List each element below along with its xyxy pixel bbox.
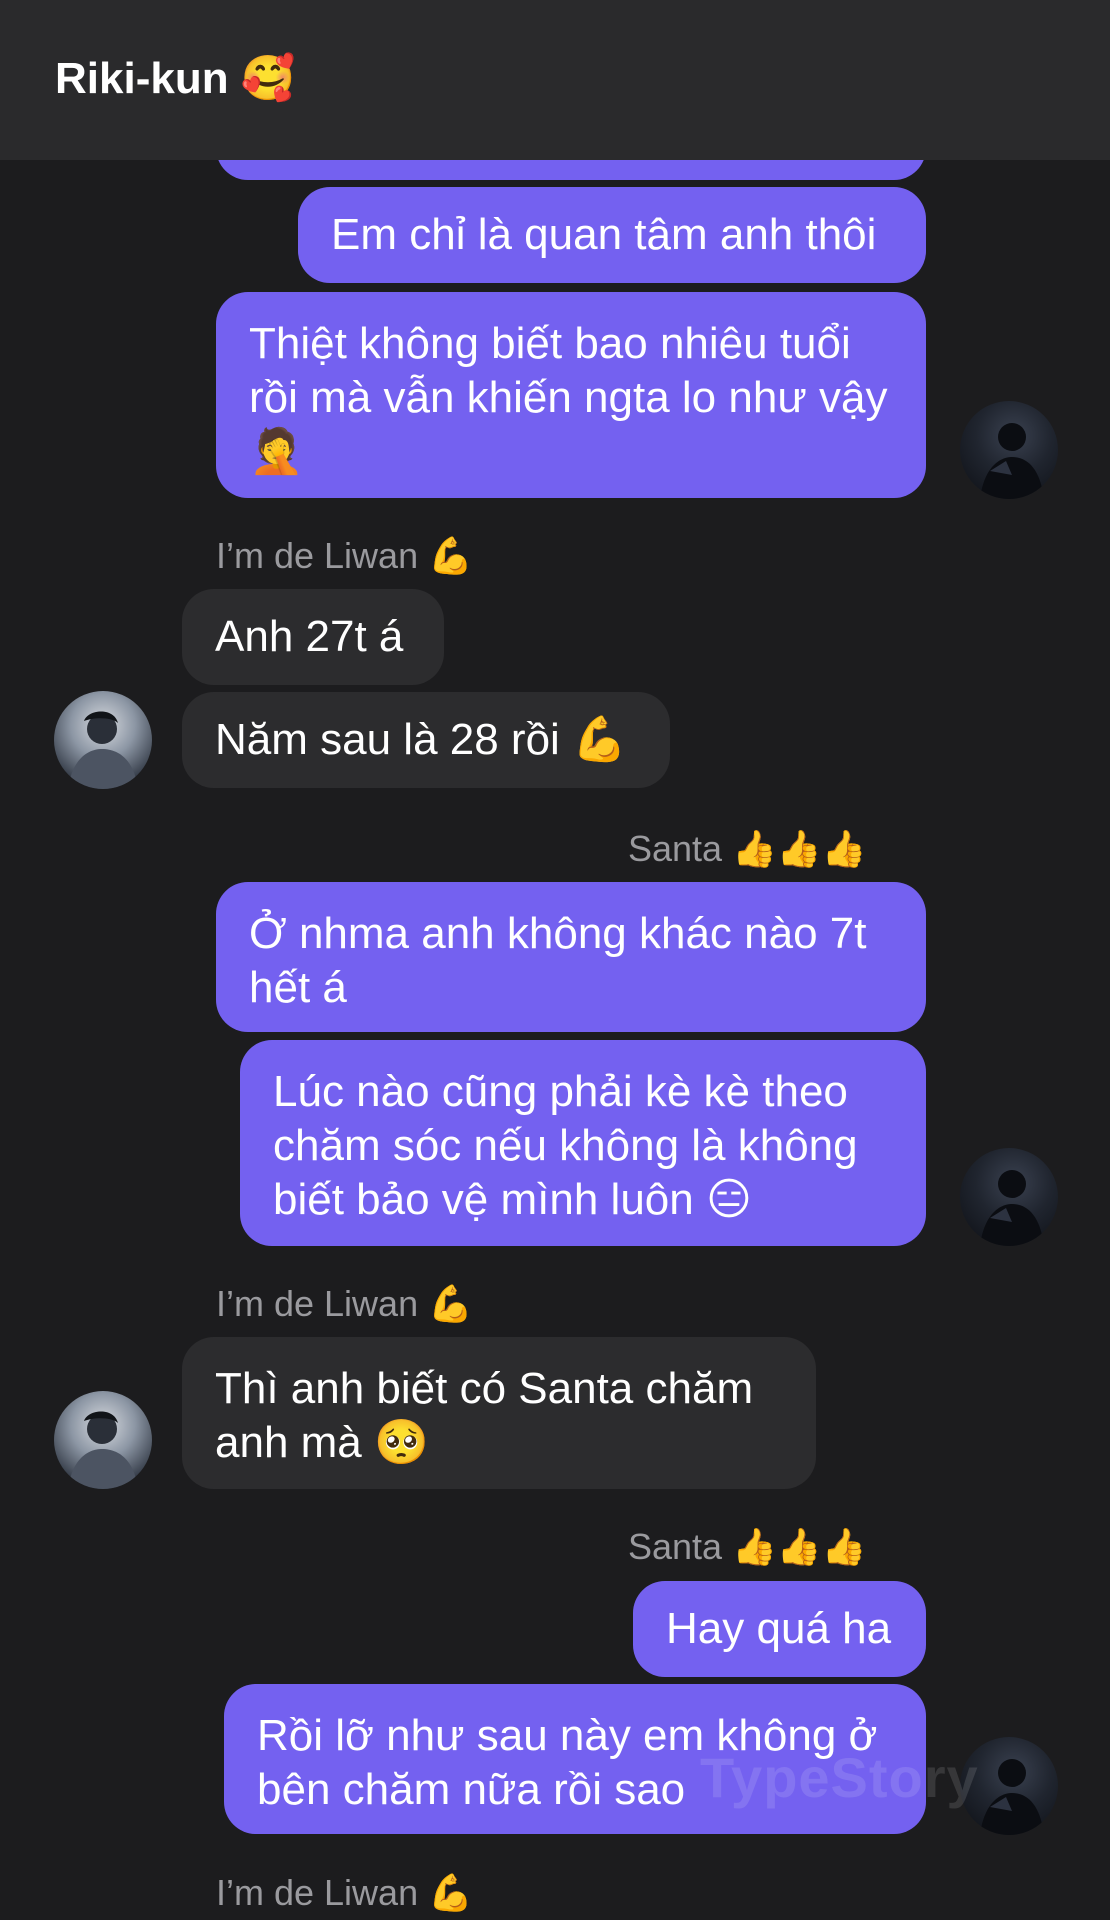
sender-name-santa: Santa 👍👍👍 — [628, 1526, 867, 1567]
message-bubble-outgoing[interactable]: Thiệt không biết bao nhiêu tuổi rồi mà v… — [216, 292, 926, 498]
message-text: Hay quá ha — [666, 1604, 892, 1653]
self-avatar[interactable] — [960, 401, 1058, 499]
chat-title[interactable]: Riki-kun 🥰 — [55, 52, 296, 104]
message-text: Ở nhma anh không khác nào 7t hết á — [249, 909, 867, 1012]
sender-name-liwan: I’m de Liwan 💪 — [216, 1872, 473, 1913]
self-avatar[interactable] — [960, 1148, 1058, 1246]
liwan-avatar[interactable] — [54, 1391, 152, 1489]
message-text: Thì anh biết có Santa chăm anh mà 🥺 — [215, 1364, 754, 1467]
liwan-avatar[interactable] — [54, 691, 152, 789]
self-avatar-portrait-icon — [980, 423, 1044, 499]
message-bubble-outgoing[interactable]: Hay quá ha — [633, 1581, 926, 1677]
message-text: Em chỉ là quan tâm anh thôi — [331, 210, 877, 259]
message-bubble-outgoing[interactable]: Ở nhma anh không khác nào 7t hết á — [216, 882, 926, 1032]
sender-name-santa: Santa 👍👍👍 — [628, 828, 867, 869]
chat-title-text: Riki-kun — [55, 54, 229, 103]
message-bubble-incoming[interactable]: Thì anh biết có Santa chăm anh mà 🥺 — [182, 1337, 816, 1489]
message-text: Lúc nào cũng phải kè kè theo chăm sóc nế… — [273, 1067, 858, 1224]
smiling-hearts-emoji-icon: 🥰 — [240, 53, 296, 104]
message-bubble-outgoing[interactable]: Em chỉ là quan tâm anh thôi — [298, 187, 926, 283]
self-avatar-portrait-icon — [980, 1170, 1044, 1246]
chat-header: Riki-kun 🥰 — [0, 0, 1110, 160]
liwan-avatar-portrait-icon — [68, 711, 138, 789]
message-text: Năm sau là 28 rồi 💪 — [215, 715, 627, 764]
message-text: Anh 27t á — [215, 612, 404, 661]
watermark: TypeStory — [700, 1746, 979, 1809]
message-bubble-outgoing[interactable]: Lúc nào cũng phải kè kè theo chăm sóc nế… — [240, 1040, 926, 1246]
sender-name-liwan: I’m de Liwan 💪 — [216, 1283, 473, 1324]
liwan-avatar-portrait-icon — [68, 1411, 138, 1489]
message-bubble-incoming[interactable]: Năm sau là 28 rồi 💪 — [182, 692, 670, 788]
message-bubble-incoming[interactable]: Anh 27t á — [182, 589, 444, 685]
sender-name-liwan: I’m de Liwan 💪 — [216, 535, 473, 576]
message-text: Thiệt không biết bao nhiêu tuổi rồi mà v… — [249, 319, 888, 476]
